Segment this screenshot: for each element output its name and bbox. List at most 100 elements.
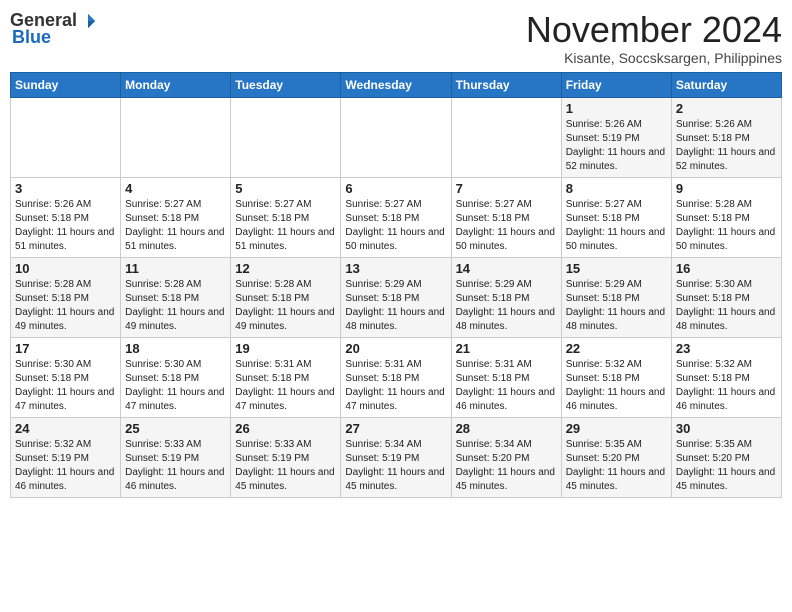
- day-number: 10: [15, 261, 116, 276]
- calendar-cell: 24 Sunrise: 5:32 AM Sunset: 5:19 PM Dayli…: [11, 417, 121, 497]
- day-number: 20: [345, 341, 446, 356]
- weekday-header: Tuesday: [231, 72, 341, 97]
- calendar-cell: [231, 97, 341, 177]
- logo-icon: [79, 12, 97, 30]
- weekday-header: Saturday: [671, 72, 781, 97]
- day-number: 23: [676, 341, 777, 356]
- calendar-cell: [451, 97, 561, 177]
- calendar-cell: 8 Sunrise: 5:27 AM Sunset: 5:18 PM Daylig…: [561, 177, 671, 257]
- calendar-cell: 1 Sunrise: 5:26 AM Sunset: 5:19 PM Daylig…: [561, 97, 671, 177]
- day-number: 16: [676, 261, 777, 276]
- day-info: Sunrise: 5:29 AM Sunset: 5:18 PM Dayligh…: [345, 278, 446, 334]
- day-info: Sunrise: 5:26 AM Sunset: 5:18 PM Dayligh…: [15, 198, 116, 254]
- day-number: 5: [235, 181, 336, 196]
- weekday-header: Thursday: [451, 72, 561, 97]
- day-info: Sunrise: 5:28 AM Sunset: 5:18 PM Dayligh…: [125, 278, 226, 334]
- calendar-cell: 29Sunrise: 5:35 AM Sunset: 5:20 PM Dayli…: [561, 417, 671, 497]
- day-info: Sunrise: 5:30 AM Sunset: 5:18 PM Dayligh…: [676, 278, 777, 334]
- day-info: Sunrise: 5:27 AM Sunset: 5:18 PM Dayligh…: [456, 198, 557, 254]
- calendar-cell: 10 Sunrise: 5:28 AM Sunset: 5:18 PM Dayli…: [11, 257, 121, 337]
- day-info: Sunrise: 5:27 AM Sunset: 5:18 PM Dayligh…: [345, 198, 446, 254]
- day-info: Sunrise: 5:34 AM Sunset: 5:19 PM Dayligh…: [345, 438, 446, 494]
- day-number: 13: [345, 261, 446, 276]
- day-number: 11: [125, 261, 226, 276]
- day-info: Sunrise: 5:32 AM Sunset: 5:19 PM Dayligh…: [15, 438, 116, 494]
- calendar-cell: 18 Sunrise: 5:30 AM Sunset: 5:18 PM Dayli…: [121, 337, 231, 417]
- calendar-cell: 7 Sunrise: 5:27 AM Sunset: 5:18 PM Daylig…: [451, 177, 561, 257]
- calendar-cell: 25Sunrise: 5:33 AM Sunset: 5:19 PM Dayli…: [121, 417, 231, 497]
- calendar-cell: 28 Sunrise: 5:34 AM Sunset: 5:20 PM Dayli…: [451, 417, 561, 497]
- day-info: Sunrise: 5:32 AM Sunset: 5:18 PM Dayligh…: [676, 358, 777, 414]
- calendar-cell: 11 Sunrise: 5:28 AM Sunset: 5:18 PM Dayli…: [121, 257, 231, 337]
- day-info: Sunrise: 5:27 AM Sunset: 5:18 PM Dayligh…: [566, 198, 667, 254]
- day-info: Sunrise: 5:31 AM Sunset: 5:18 PM Dayligh…: [456, 358, 557, 414]
- calendar-week-row: 24 Sunrise: 5:32 AM Sunset: 5:19 PM Dayli…: [11, 417, 782, 497]
- calendar-week-row: 3Sunrise: 5:26 AM Sunset: 5:18 PM Daylig…: [11, 177, 782, 257]
- day-number: 18: [125, 341, 226, 356]
- day-number: 27: [345, 421, 446, 436]
- weekday-header: Friday: [561, 72, 671, 97]
- calendar-cell: 23 Sunrise: 5:32 AM Sunset: 5:18 PM Dayli…: [671, 337, 781, 417]
- day-number: 14: [456, 261, 557, 276]
- location-title: Kisante, Soccsksargen, Philippines: [526, 50, 782, 66]
- calendar-cell: 13 Sunrise: 5:29 AM Sunset: 5:18 PM Dayli…: [341, 257, 451, 337]
- day-number: 15: [566, 261, 667, 276]
- day-info: Sunrise: 5:30 AM Sunset: 5:18 PM Dayligh…: [125, 358, 226, 414]
- calendar-cell: 26Sunrise: 5:33 AM Sunset: 5:19 PM Dayli…: [231, 417, 341, 497]
- calendar-cell: [341, 97, 451, 177]
- weekday-header: Monday: [121, 72, 231, 97]
- calendar-cell: 20 Sunrise: 5:31 AM Sunset: 5:18 PM Dayli…: [341, 337, 451, 417]
- day-info: Sunrise: 5:27 AM Sunset: 5:18 PM Dayligh…: [235, 198, 336, 254]
- day-number: 22: [566, 341, 667, 356]
- calendar-cell: 19 Sunrise: 5:31 AM Sunset: 5:18 PM Dayli…: [231, 337, 341, 417]
- day-info: Sunrise: 5:31 AM Sunset: 5:18 PM Dayligh…: [345, 358, 446, 414]
- page-header: General Blue November 2024 Kisante, Socc…: [10, 10, 782, 66]
- day-number: 4: [125, 181, 226, 196]
- day-number: 6: [345, 181, 446, 196]
- calendar-header-row: SundayMondayTuesdayWednesdayThursdayFrid…: [11, 72, 782, 97]
- day-info: Sunrise: 5:33 AM Sunset: 5:19 PM Dayligh…: [125, 438, 226, 494]
- calendar-cell: 16 Sunrise: 5:30 AM Sunset: 5:18 PM Dayli…: [671, 257, 781, 337]
- day-info: Sunrise: 5:27 AM Sunset: 5:18 PM Dayligh…: [125, 198, 226, 254]
- day-info: Sunrise: 5:29 AM Sunset: 5:18 PM Dayligh…: [456, 278, 557, 334]
- calendar-cell: 9Sunrise: 5:28 AM Sunset: 5:18 PM Daylig…: [671, 177, 781, 257]
- day-number: 7: [456, 181, 557, 196]
- calendar-cell: 15 Sunrise: 5:29 AM Sunset: 5:18 PM Dayli…: [561, 257, 671, 337]
- day-number: 30: [676, 421, 777, 436]
- day-info: Sunrise: 5:31 AM Sunset: 5:18 PM Dayligh…: [235, 358, 336, 414]
- day-info: Sunrise: 5:35 AM Sunset: 5:20 PM Dayligh…: [566, 438, 667, 494]
- day-number: 1: [566, 101, 667, 116]
- calendar-cell: 5 Sunrise: 5:27 AM Sunset: 5:18 PM Daylig…: [231, 177, 341, 257]
- day-info: Sunrise: 5:28 AM Sunset: 5:18 PM Dayligh…: [15, 278, 116, 334]
- calendar-cell: 12Sunrise: 5:28 AM Sunset: 5:18 PM Dayli…: [231, 257, 341, 337]
- day-info: Sunrise: 5:33 AM Sunset: 5:19 PM Dayligh…: [235, 438, 336, 494]
- calendar-cell: 17 Sunrise: 5:30 AM Sunset: 5:18 PM Dayli…: [11, 337, 121, 417]
- calendar-cell: 27 Sunrise: 5:34 AM Sunset: 5:19 PM Dayli…: [341, 417, 451, 497]
- day-number: 2: [676, 101, 777, 116]
- day-info: Sunrise: 5:34 AM Sunset: 5:20 PM Dayligh…: [456, 438, 557, 494]
- day-number: 21: [456, 341, 557, 356]
- day-info: Sunrise: 5:26 AM Sunset: 5:19 PM Dayligh…: [566, 118, 667, 174]
- calendar-week-row: 17 Sunrise: 5:30 AM Sunset: 5:18 PM Dayli…: [11, 337, 782, 417]
- calendar-cell: 14 Sunrise: 5:29 AM Sunset: 5:18 PM Dayli…: [451, 257, 561, 337]
- calendar-cell: [121, 97, 231, 177]
- day-info: Sunrise: 5:29 AM Sunset: 5:18 PM Dayligh…: [566, 278, 667, 334]
- calendar-week-row: 10 Sunrise: 5:28 AM Sunset: 5:18 PM Dayli…: [11, 257, 782, 337]
- calendar-cell: 21 Sunrise: 5:31 AM Sunset: 5:18 PM Dayli…: [451, 337, 561, 417]
- weekday-header: Sunday: [11, 72, 121, 97]
- logo: General Blue: [10, 10, 97, 48]
- day-number: 19: [235, 341, 336, 356]
- day-number: 24: [15, 421, 116, 436]
- calendar-cell: [11, 97, 121, 177]
- calendar-cell: 4 Sunrise: 5:27 AM Sunset: 5:18 PM Daylig…: [121, 177, 231, 257]
- day-number: 17: [15, 341, 116, 356]
- day-number: 8: [566, 181, 667, 196]
- calendar-cell: 2Sunrise: 5:26 AM Sunset: 5:18 PM Daylig…: [671, 97, 781, 177]
- day-number: 12: [235, 261, 336, 276]
- day-number: 28: [456, 421, 557, 436]
- logo-blue: Blue: [12, 27, 51, 48]
- calendar-week-row: 1 Sunrise: 5:26 AM Sunset: 5:19 PM Daylig…: [11, 97, 782, 177]
- day-info: Sunrise: 5:28 AM Sunset: 5:18 PM Dayligh…: [676, 198, 777, 254]
- month-title: November 2024: [526, 10, 782, 50]
- day-info: Sunrise: 5:30 AM Sunset: 5:18 PM Dayligh…: [15, 358, 116, 414]
